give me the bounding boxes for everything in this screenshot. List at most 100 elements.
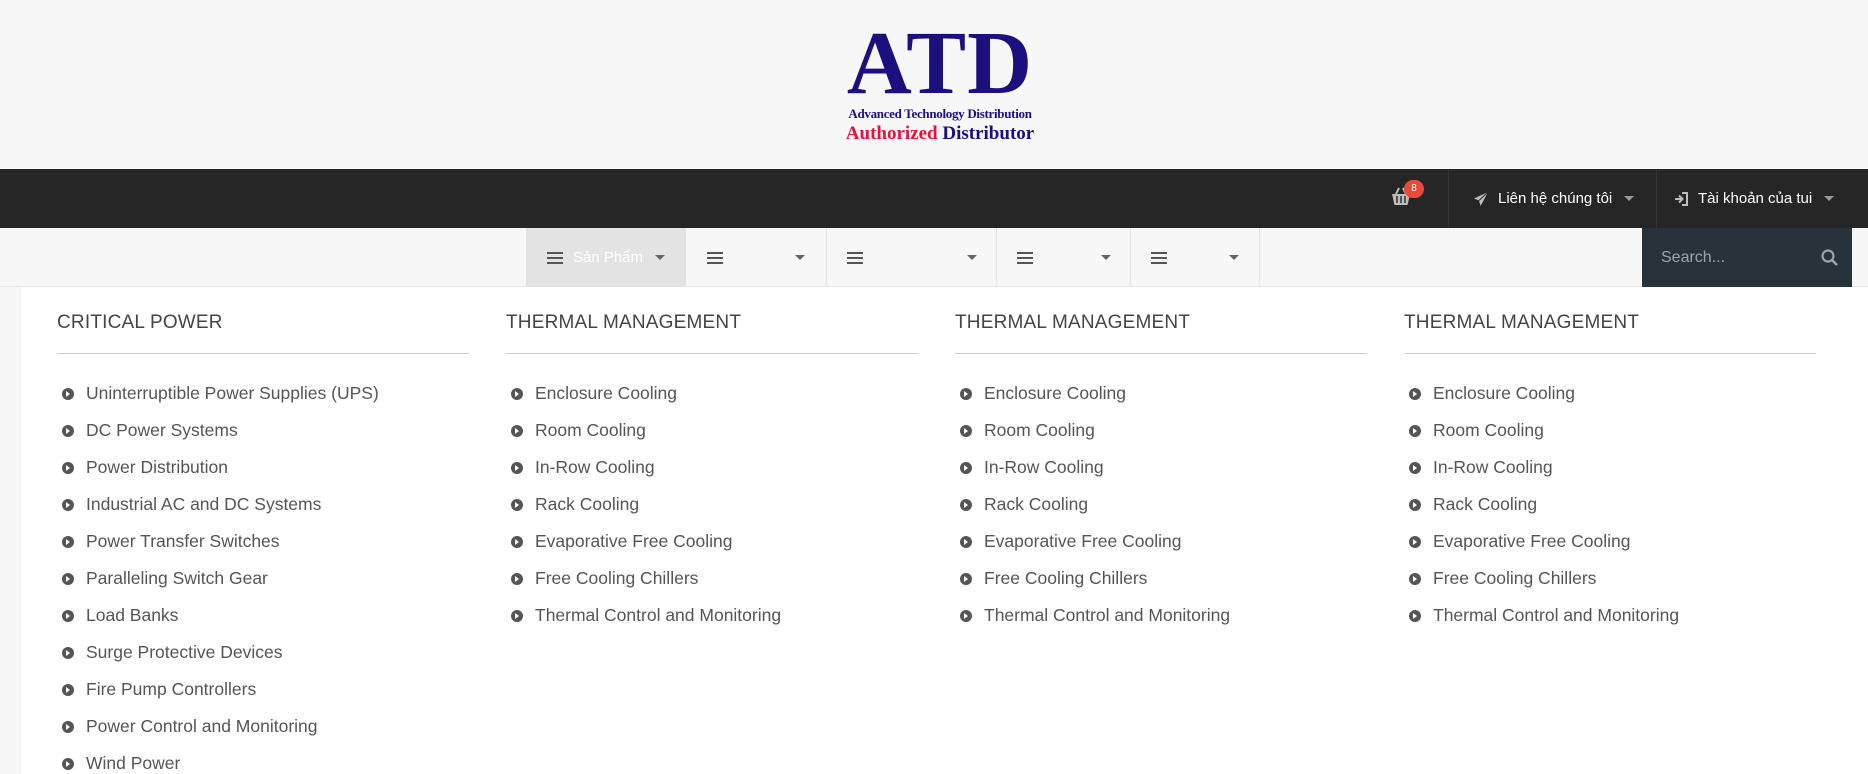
arrow-circle-right-icon [62,461,74,474]
sign-in-icon [1672,190,1690,208]
menu-link[interactable]: Surge Protective Devices [57,634,379,671]
menu-link[interactable]: Free Cooling Chillers [1404,560,1679,597]
arrow-circle-right-icon [62,609,74,622]
list-icon [546,251,563,264]
menu-link-label: Uninterruptible Power Supplies (UPS) [86,383,379,403]
menu-link-label: Room Cooling [1433,420,1544,440]
arrow-circle-right-icon [1409,535,1421,548]
menu-link-label: Evaporative Free Cooling [1433,531,1631,551]
arrow-circle-right-icon [62,757,74,770]
search-input[interactable] [1661,248,1811,267]
arrow-circle-right-icon [511,609,523,622]
logo-tagline: Advanced Technology Distribution [848,106,1032,121]
arrow-circle-right-icon [511,572,523,585]
list-icon [707,251,723,264]
menu-link[interactable]: Fire Pump Controllers [57,671,379,708]
menu-link[interactable]: In-Row Cooling [506,449,781,486]
arrow-circle-right-icon [1409,424,1421,437]
nav-item-4[interactable] [996,228,1130,287]
menu-link[interactable]: Room Cooling [955,412,1230,449]
menu-link[interactable]: In-Row Cooling [955,449,1230,486]
menu-link[interactable]: Uninterruptible Power Supplies (UPS) [57,375,379,412]
menu-link-label: Rack Cooling [535,494,640,514]
nav-item-3[interactable] [826,228,996,287]
nav-item-label: Sản Phẩm [572,249,644,266]
menu-link-label: Power Transfer Switches [86,531,280,551]
search-icon[interactable] [1821,249,1838,271]
chevron-down-icon [1624,196,1635,201]
menu-link[interactable]: Thermal Control and Monitoring [1404,597,1679,634]
menu-link[interactable]: Power Distribution [57,449,379,486]
column-heading: THERMAL MANAGEMENT [1404,312,1640,333]
menu-link[interactable]: DC Power Systems [57,412,379,449]
column-heading: THERMAL MANAGEMENT [955,312,1191,333]
menu-link[interactable]: Industrial AC and DC Systems [57,486,379,523]
menu-link[interactable]: In-Row Cooling [1404,449,1679,486]
menu-link-label: Evaporative Free Cooling [984,531,1182,551]
list-icon [1151,251,1167,264]
menu-link-label: Thermal Control and Monitoring [984,605,1231,625]
logo-authorized: Authorized [845,123,938,144]
arrow-circle-right-icon [62,535,74,548]
arrow-circle-right-icon [62,387,74,400]
arrow-circle-right-icon [62,683,74,696]
arrow-circle-right-icon [62,424,74,437]
chevron-down-icon [795,255,805,260]
chevron-down-icon [1824,196,1835,201]
menu-link[interactable]: Rack Cooling [506,486,781,523]
menu-link[interactable]: Enclosure Cooling [955,375,1230,412]
menu-link[interactable]: Power Control and Monitoring [57,708,379,745]
menu-link[interactable]: Free Cooling Chillers [506,560,781,597]
arrow-circle-right-icon [511,424,523,437]
atd-logo[interactable]: ATD Advanced Technology Distribution Aut… [842,14,1038,145]
nav-item-5[interactable] [1130,228,1259,287]
arrow-circle-right-icon [960,424,972,437]
column-divider [506,353,918,354]
main-nav: Sản Phẩm [0,228,1868,287]
menu-link[interactable]: Evaporative Free Cooling [1404,523,1679,560]
menu-link-label: In-Row Cooling [984,457,1104,477]
site-header: ATD Advanced Technology Distribution Aut… [0,0,1868,169]
chevron-down-icon [1229,255,1239,260]
arrow-circle-right-icon [1409,498,1421,511]
menu-link[interactable]: Rack Cooling [955,486,1230,523]
menu-link[interactable]: Free Cooling Chillers [955,560,1230,597]
menu-link-label: Room Cooling [535,420,646,440]
menu-link-label: Rack Cooling [1433,494,1538,514]
menu-link[interactable]: Rack Cooling [1404,486,1679,523]
arrow-circle-right-icon [511,461,523,474]
menu-link[interactable]: Evaporative Free Cooling [955,523,1230,560]
menu-link-label: Free Cooling Chillers [984,568,1148,588]
menu-link-label: In-Row Cooling [1433,457,1553,477]
menu-link[interactable]: Power Transfer Switches [57,523,379,560]
contact-us-menu[interactable]: Liên hệ chúng tôi [1472,169,1635,228]
nav-item-2[interactable] [685,228,826,287]
column-heading: THERMAL MANAGEMENT [506,312,742,333]
arrow-circle-right-icon [62,498,74,511]
menu-link[interactable]: Enclosure Cooling [1404,375,1679,412]
account-menu[interactable]: Tài khoản của tui [1672,169,1835,228]
menu-link[interactable]: Wind Power [57,745,379,774]
menu-link[interactable]: Enclosure Cooling [506,375,781,412]
menu-link[interactable]: Load Banks [57,597,379,634]
menu-link[interactable]: Paralleling Switch Gear [57,560,379,597]
menu-link[interactable]: Evaporative Free Cooling [506,523,781,560]
menu-link[interactable]: Room Cooling [1404,412,1679,449]
column-divider [57,353,469,354]
arrow-circle-right-icon [960,498,972,511]
arrow-circle-right-icon [960,387,972,400]
menu-link[interactable]: Room Cooling [506,412,781,449]
menu-link-label: Evaporative Free Cooling [535,531,733,551]
arrow-circle-right-icon [960,461,972,474]
menu-link[interactable]: Thermal Control and Monitoring [955,597,1230,634]
menu-link[interactable]: Thermal Control and Monitoring [506,597,781,634]
logo-wordmark: ATD [846,14,1034,113]
logo-authorized-distributor: Authorized Distributor [842,123,1038,145]
top-bar: Liên hệ chúng tôi Tài khoản của tui [0,169,1868,228]
column-heading: CRITICAL POWER [57,312,223,333]
logo-distributor: Distributor [942,123,1035,144]
nav-item-products[interactable]: Sản Phẩm [526,228,685,287]
menu-link-label: Enclosure Cooling [984,383,1127,403]
menu-link-label: Fire Pump Controllers [86,679,257,699]
account-label: Tài khoản của tui [1698,190,1813,207]
